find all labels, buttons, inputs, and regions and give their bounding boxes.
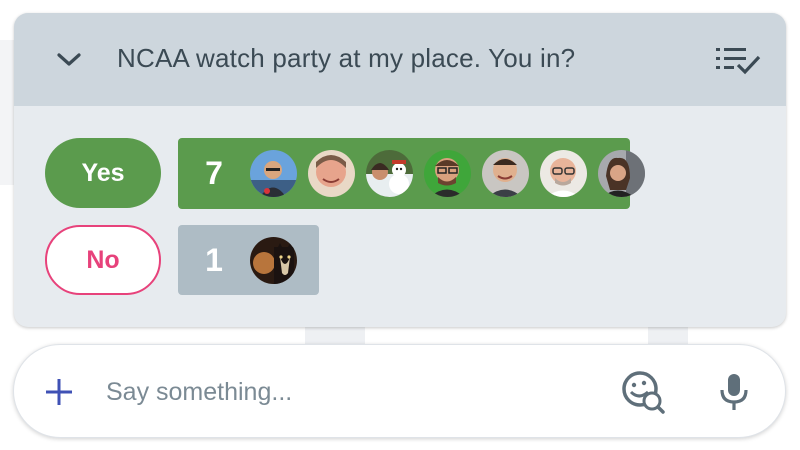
view-voters-button[interactable] [712,41,764,81]
avatar [366,150,413,197]
add-attachment-button[interactable] [40,373,78,411]
message-composer [13,344,786,438]
yes-results-bar[interactable]: 7 [178,138,645,209]
yes-vote-count: 7 [205,155,223,191]
yes-voter-avatars [250,150,656,197]
avatar [482,150,529,197]
poll-header: NCAA watch party at my place. You in? [14,13,786,106]
playlist-check-icon [716,48,761,75]
chat-screen: NCAA watch party at my place. You in? Ye… [0,0,800,450]
vote-no-button[interactable]: No [45,225,161,295]
no-results-bar[interactable]: 1 [178,225,319,295]
gif-sticker-search-icon [622,371,665,414]
no-vote-count: 1 [205,241,223,278]
avatar [250,150,297,197]
voice-input-button[interactable] [714,369,754,415]
vote-yes-button[interactable]: Yes [45,138,161,208]
avatar [424,150,471,197]
message-input[interactable] [106,371,586,413]
avatar [540,150,587,197]
avatar [308,150,355,197]
chevron-down-icon [57,53,81,66]
collapse-poll-button[interactable] [52,43,86,77]
poll-card: NCAA watch party at my place. You in? Ye… [14,13,786,327]
poll-question: NCAA watch party at my place. You in? [117,43,576,73]
plus-icon [46,379,72,405]
avatar [598,150,645,197]
sticker-search-button[interactable] [620,369,666,415]
microphone-icon [720,374,748,410]
no-voter-avatars [250,236,308,284]
avatar [250,236,297,284]
